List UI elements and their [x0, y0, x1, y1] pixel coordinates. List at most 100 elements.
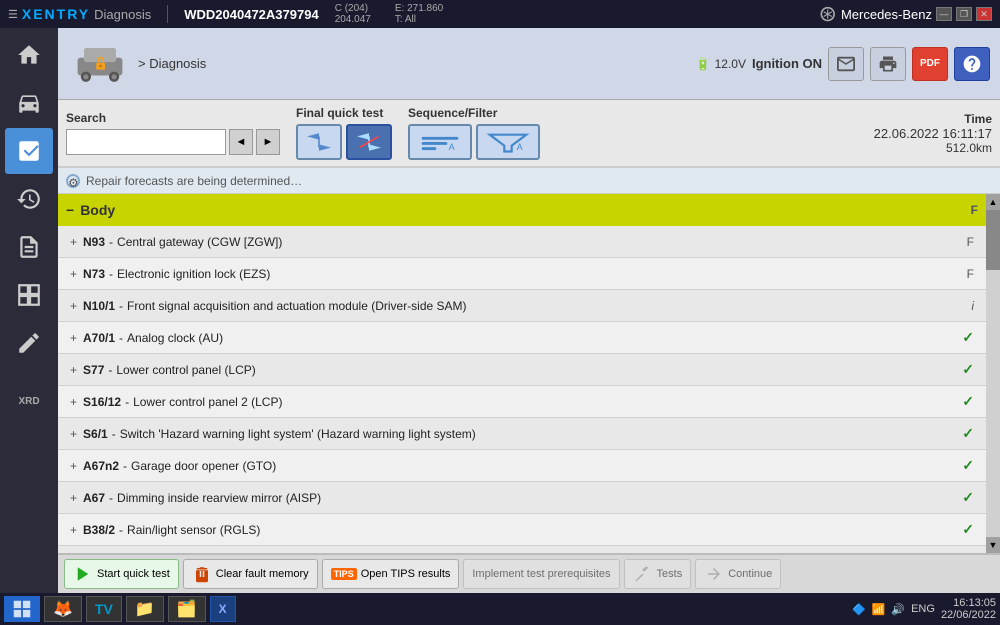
scroll-thumb[interactable] — [986, 210, 1000, 270]
list-item[interactable]: + N72/1 - Upper control panel (UCP) ✓ — [58, 546, 986, 553]
sequence-btn[interactable]: A — [408, 124, 472, 160]
item-expand-icon: + — [70, 459, 77, 473]
restore-button[interactable]: ❐ — [956, 7, 972, 21]
pdf-button[interactable]: PDF — [912, 47, 948, 81]
list-item[interactable]: + N73 - Electronic ignition lock (EZS) F — [58, 258, 986, 290]
taskbar-folder[interactable]: 📁 — [126, 596, 164, 622]
implement-prerequisites-button[interactable]: Implement test prerequisites — [463, 559, 619, 589]
search-input[interactable] — [66, 129, 226, 155]
battery-voltage: 12.0V — [715, 57, 746, 71]
list-area[interactable]: − Body F + N93 - Central gateway (CGW [Z… — [58, 194, 986, 553]
item-code: N10/1 — [83, 299, 115, 313]
sidebar-item-history[interactable] — [5, 176, 53, 222]
list-item[interactable]: + N93 - Central gateway (CGW [ZGW]) F — [58, 226, 986, 258]
item-status: ✓ — [962, 393, 974, 410]
coordinates: E: 271.860 T: All — [395, 3, 443, 25]
hamburger-menu[interactable]: ☰ — [8, 8, 18, 21]
sidebar-item-diagnosis[interactable] — [5, 128, 53, 174]
taskbar-xentry[interactable]: X — [210, 596, 236, 622]
item-status: F — [967, 267, 974, 281]
window-controls[interactable]: — ❐ ✕ — [936, 7, 992, 21]
sidebar-item-reports[interactable] — [5, 224, 53, 270]
tests-button[interactable]: Tests — [624, 559, 692, 589]
quick-test-buttons — [296, 124, 392, 160]
help-button[interactable] — [954, 47, 990, 81]
start-quick-test-label: Start quick test — [97, 568, 170, 580]
sidebar-item-vehicle[interactable] — [5, 80, 53, 126]
title-bar-right: ⊛ Mercedes-Benz — ❐ ✕ — [819, 1, 992, 27]
category-collapse-icon: − — [66, 202, 74, 218]
message-button[interactable] — [828, 47, 864, 81]
list-item[interactable]: + S16/12 - Lower control panel 2 (LCP) ✓ — [58, 386, 986, 418]
forecast-text: Repair forecasts are being determined… — [86, 174, 302, 188]
taskbar-firefox[interactable]: 🦊 — [44, 596, 82, 622]
item-expand-icon: + — [70, 395, 77, 409]
item-expand-icon: + — [70, 363, 77, 377]
list-item[interactable]: + B38/2 - Rain/light sensor (RGLS) ✓ — [58, 514, 986, 546]
print-button[interactable] — [870, 47, 906, 81]
item-status: ✓ — [962, 425, 974, 442]
car-lock-icon — [68, 34, 132, 94]
list-item[interactable]: + N10/1 - Front signal acquisition and a… — [58, 290, 986, 322]
item-status: ✓ — [962, 521, 974, 538]
list-item[interactable]: + S6/1 - Switch 'Hazard warning light sy… — [58, 418, 986, 450]
nav-back-button[interactable]: ◄ — [229, 129, 253, 155]
item-separator: - — [109, 267, 113, 281]
quick-test-btn-1[interactable] — [296, 124, 342, 160]
category-row-body[interactable]: − Body F — [58, 194, 986, 226]
time-label: Time — [964, 112, 992, 126]
start-button[interactable] — [4, 596, 40, 622]
list-item[interactable]: + A67n2 - Garage door opener (GTO) ✓ — [58, 450, 986, 482]
list-item[interactable]: + A70/1 - Analog clock (AU) ✓ — [58, 322, 986, 354]
item-code: S6/1 — [83, 427, 108, 441]
car-codes: C (204) 204.047 — [335, 3, 371, 25]
content-area: > Diagnosis 🔋 12.0V Ignition ON PDF — [58, 28, 1000, 593]
scroll-up-button[interactable]: ▲ — [986, 194, 1000, 210]
list-items-container: + N93 - Central gateway (CGW [ZGW]) F + … — [58, 226, 986, 553]
scrollbar[interactable]: ▲ ▼ — [986, 194, 1000, 553]
minimize-button[interactable]: — — [936, 7, 952, 21]
play-icon — [73, 564, 93, 584]
close-button[interactable]: ✕ — [976, 7, 992, 21]
continue-button[interactable]: Continue — [695, 559, 781, 589]
sidebar-item-settings[interactable] — [5, 272, 53, 318]
continue-icon — [704, 564, 724, 584]
list-container: − Body F + N93 - Central gateway (CGW [Z… — [58, 194, 1000, 553]
scroll-down-button[interactable]: ▼ — [986, 537, 1000, 553]
taskbar-bluetooth-icon: 🔷 — [852, 603, 866, 616]
item-name: Dimming inside rearview mirror (AISP) — [117, 491, 321, 505]
breadcrumb: > Diagnosis — [138, 56, 206, 71]
item-expand-icon: + — [70, 427, 77, 441]
header-right: 🔋 12.0V Ignition ON PDF — [696, 47, 990, 81]
open-tips-results-button[interactable]: TIPS Open TIPS results — [322, 559, 460, 589]
filter-btn[interactable]: A — [476, 124, 540, 160]
taskbar-left: 🦊 TV 📁 🗂️ X — [4, 596, 236, 622]
item-name: Analog clock (AU) — [127, 331, 223, 345]
taskbar-network-icon: 📶 — [872, 603, 886, 616]
item-separator: - — [109, 235, 113, 249]
sidebar-item-tools[interactable] — [5, 320, 53, 366]
quick-test-btn-2[interactable] — [346, 124, 392, 160]
battery-info: 🔋 12.0V — [696, 57, 746, 71]
taskbar: 🦊 TV 📁 🗂️ X 🔷 📶 🔊 ENG 16:13:05 22/06/202… — [0, 593, 1000, 625]
item-name: Electronic ignition lock (EZS) — [117, 267, 270, 281]
header-diagnosis: > Diagnosis — [68, 34, 688, 94]
item-code: B38/2 — [83, 523, 115, 537]
start-quick-test-button[interactable]: Start quick test — [64, 559, 179, 589]
item-separator: - — [119, 331, 123, 345]
category-label: Body — [80, 202, 115, 218]
sequence-filter-buttons: A A — [408, 124, 540, 160]
clear-fault-memory-button[interactable]: Clear fault memory — [183, 559, 318, 589]
taskbar-teamviewer[interactable]: TV — [86, 596, 122, 622]
list-item[interactable]: + S77 - Lower control panel (LCP) ✓ — [58, 354, 986, 386]
item-code: A67 — [83, 491, 105, 505]
taskbar-explorer[interactable]: 🗂️ — [168, 596, 206, 622]
sidebar-item-xrd[interactable]: XRD — [5, 376, 53, 422]
toolbar: Search ◄ ► Final quick test — [58, 100, 1000, 168]
item-separator: - — [123, 459, 127, 473]
list-item[interactable]: + A67 - Dimming inside rearview mirror (… — [58, 482, 986, 514]
item-separator: - — [119, 299, 123, 313]
item-code: N93 — [83, 235, 105, 249]
nav-forward-button[interactable]: ► — [256, 129, 280, 155]
sidebar-item-home[interactable] — [5, 32, 53, 78]
